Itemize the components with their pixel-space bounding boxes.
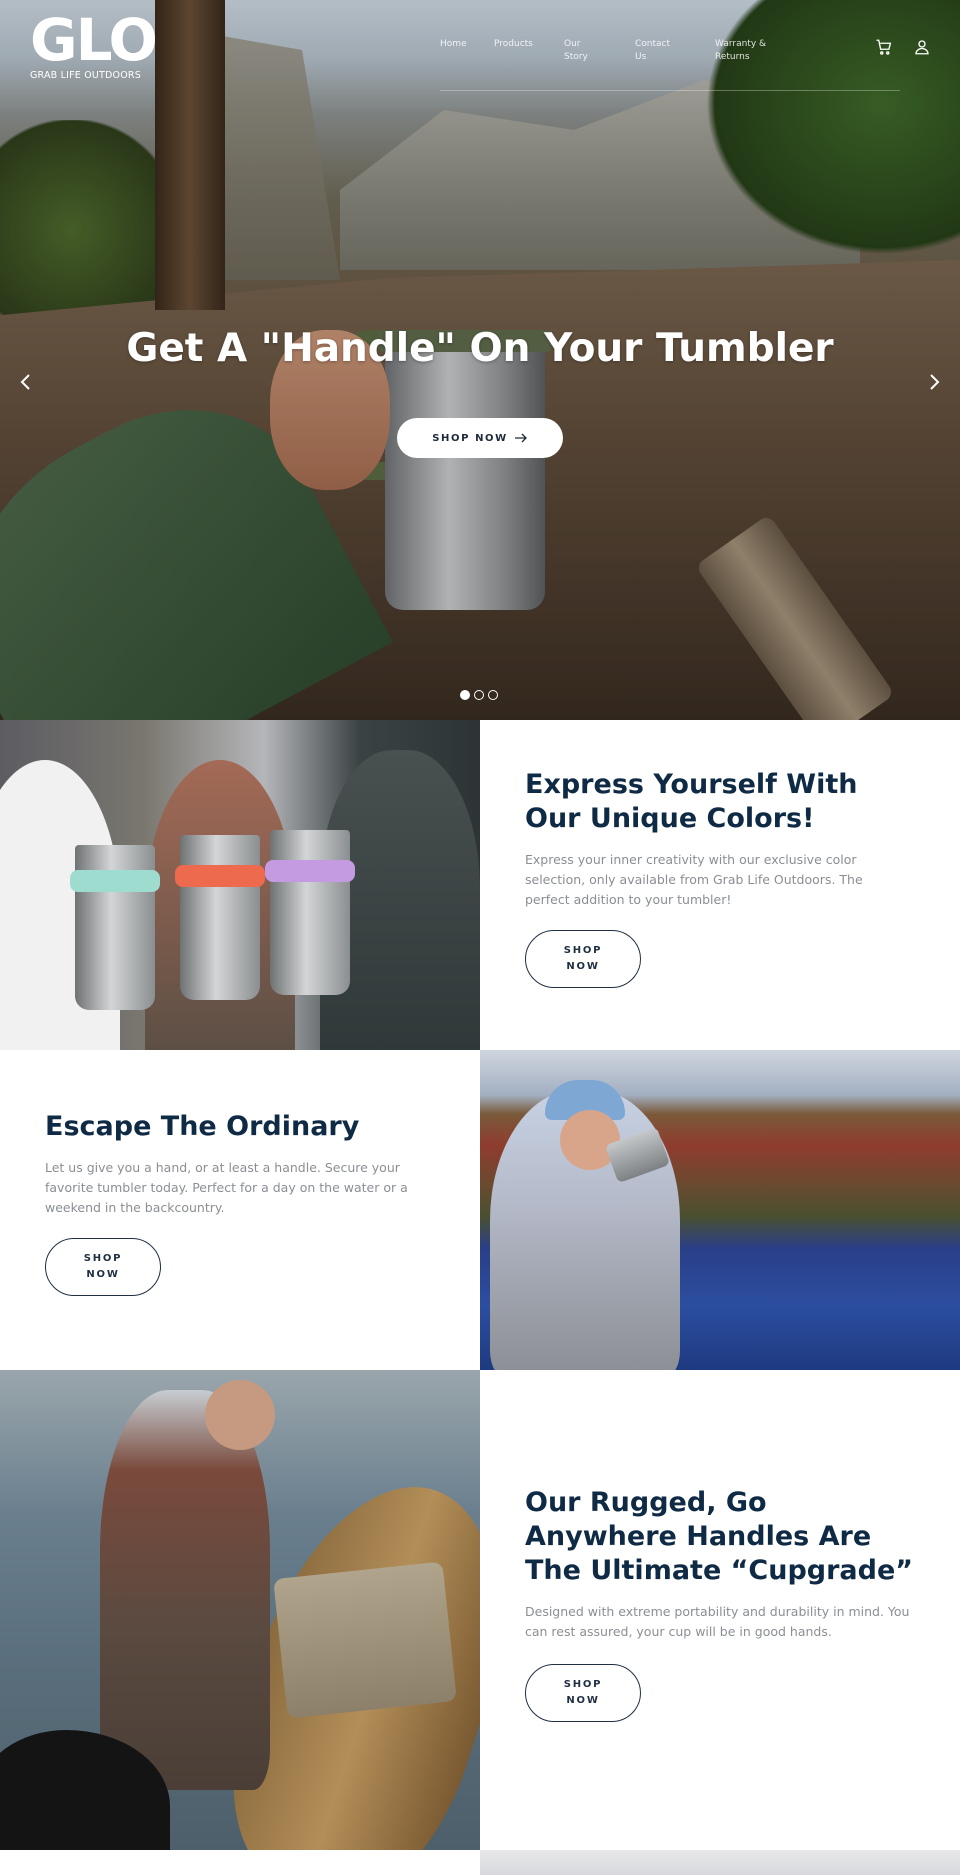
colors-shop-now-button[interactable]: SHOP NOW xyxy=(525,930,641,988)
escape-section-title: Escape The Ordinary xyxy=(45,1111,360,1142)
handle-teal xyxy=(70,870,160,892)
colors-section-title: Express Yourself With Our Unique Colors! xyxy=(525,769,858,834)
hero-button-label: SHOP NOW xyxy=(432,432,508,444)
canoe-image xyxy=(0,1370,480,1850)
tumbler-lavender xyxy=(270,830,350,995)
nav-divider xyxy=(440,90,900,91)
cart-icon[interactable] xyxy=(875,38,893,56)
man-wading xyxy=(100,1390,270,1790)
logo-mark: GLO xyxy=(30,6,158,74)
user-icon[interactable] xyxy=(913,38,931,56)
escape-section: Escape The Ordinary Let us give you a ha… xyxy=(45,1110,445,1218)
handle-coral xyxy=(175,865,265,887)
hard-case xyxy=(273,1561,457,1719)
hero-shop-now-button[interactable]: SHOP NOW xyxy=(397,418,563,458)
nav-item-products[interactable]: Products xyxy=(494,38,544,51)
slider-dot-2[interactable] xyxy=(474,690,484,700)
logo-subtitle: GRAB LIFE OUTDOORS xyxy=(30,70,141,81)
rugged-section: Our Rugged, Go Anywhere Handles Are The … xyxy=(525,1486,925,1642)
colors-image xyxy=(0,720,480,1050)
nav-item-our-story[interactable]: Our Story xyxy=(564,38,600,64)
next-section-image xyxy=(480,1850,960,1875)
slider-dots xyxy=(460,690,500,702)
tumbler-coral xyxy=(180,835,260,1000)
site-logo[interactable]: GLO GRAB LIFE OUTDOORS xyxy=(30,6,182,81)
slider-dot-1[interactable] xyxy=(460,690,470,700)
handle-lavender xyxy=(265,860,355,882)
nav-item-contact[interactable]: Contact Us xyxy=(635,38,675,64)
escape-section-body: Let us give you a hand, or at least a ha… xyxy=(45,1160,408,1215)
man-head xyxy=(205,1380,275,1450)
hero-slider: GLO GRAB LIFE OUTDOORS Home Products Our… xyxy=(0,0,960,720)
slider-dot-3[interactable] xyxy=(488,690,498,700)
colors-section-body: Express your inner creativity with our e… xyxy=(525,852,863,907)
colors-section: Express Yourself With Our Unique Colors!… xyxy=(525,768,905,910)
escape-shop-now-button[interactable]: SHOP NOW xyxy=(45,1238,161,1296)
rugged-shop-now-button[interactable]: SHOP NOW xyxy=(525,1664,641,1722)
nav-item-home[interactable]: Home xyxy=(440,38,467,51)
hero-title: Get A "Handle" On Your Tumbler xyxy=(126,326,834,372)
next-section-peek xyxy=(0,1850,960,1875)
rugged-section-body: Designed with extreme portability and du… xyxy=(525,1604,910,1639)
rugged-section-title: Our Rugged, Go Anywhere Handles Are The … xyxy=(525,1487,914,1586)
river-image xyxy=(480,1050,960,1370)
arrow-right-icon xyxy=(514,433,527,443)
chevron-left-icon[interactable] xyxy=(14,370,38,394)
nav-item-warranty[interactable]: Warranty & Returns xyxy=(715,38,775,64)
main-nav: Home Products Our Story Contact Us Warra… xyxy=(440,38,900,91)
chevron-right-icon[interactable] xyxy=(922,370,946,394)
